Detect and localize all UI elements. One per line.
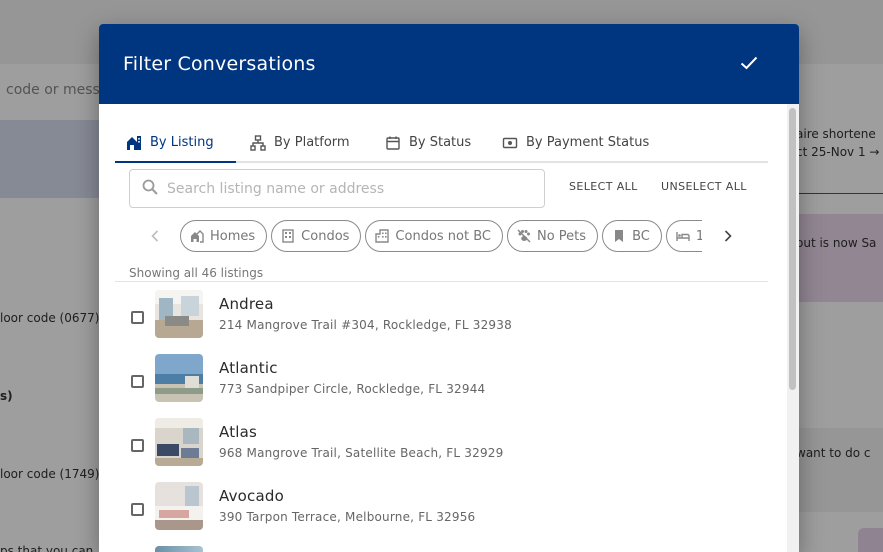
chip-label: Homes [210, 228, 256, 244]
list-item[interactable]: Avocado 390 Tarpon Terrace, Melbourne, F… [115, 480, 768, 544]
chip-label: Condos not BC [395, 228, 491, 244]
listing-thumbnail [155, 354, 203, 402]
listing-address: 390 Tarpon Terrace, Melbourne, FL 32956 [219, 510, 476, 524]
check-icon [740, 55, 758, 74]
list-item[interactable]: Atlas 968 Mangrove Trail, Satellite Beac… [115, 416, 768, 480]
listing-thumbnail [155, 418, 203, 466]
paw-off-icon [517, 229, 531, 243]
listing-checkbox[interactable] [131, 503, 144, 516]
listing-name: Andrea [219, 295, 274, 313]
listing-checkbox[interactable] [131, 311, 144, 324]
chip-bc[interactable]: BC [602, 220, 662, 252]
tab-by-listing[interactable]: By Listing [115, 124, 236, 163]
chips-scroll-left-button[interactable] [147, 228, 163, 244]
list-item[interactable]: Andrea 214 Mangrove Trail #304, Rockledg… [115, 288, 768, 352]
dialog-title: Filter Conversations [123, 53, 316, 75]
chip-condos[interactable]: Condos [271, 220, 362, 252]
listing-address: 214 Mangrove Trail #304, Rockledge, FL 3… [219, 318, 512, 332]
confirm-button[interactable] [735, 50, 763, 78]
chip-label: BC [632, 228, 650, 244]
search-icon [142, 179, 158, 199]
listing-thumbnail [155, 482, 203, 530]
condo-icon [281, 229, 295, 243]
listing-thumbnail [155, 290, 203, 338]
listing-name: Atlantic [219, 359, 278, 377]
dialog-scrollbar-thumb[interactable] [789, 108, 796, 390]
tab-label: By Platform [274, 135, 350, 150]
filter-conversations-dialog: Filter Conversations By Listing By Platf… [99, 24, 799, 552]
listing-search-box [129, 169, 545, 208]
apartment-icon [375, 229, 390, 243]
chip-homes[interactable]: Homes [180, 220, 268, 252]
chips-scroll-right-button[interactable] [720, 228, 736, 244]
platform-icon [250, 134, 266, 151]
chip-no-pets[interactable]: No Pets [507, 220, 599, 252]
listing-group-chips: Homes Condos Condos not BC No Pets BC 1 [143, 220, 743, 252]
listing-list: Andrea 214 Mangrove Trail #304, Rockledg… [115, 288, 768, 544]
chevron-right-icon [724, 227, 732, 246]
chip-1e[interactable]: 1E [665, 220, 702, 252]
listing-checkbox[interactable] [131, 439, 144, 452]
listing-search-input[interactable] [167, 180, 527, 197]
chip-label: No Pets [537, 228, 587, 244]
chips-viewport: Homes Condos Condos not BC No Pets BC 1 [180, 220, 702, 252]
list-item[interactable]: Atlantic 773 Sandpiper Circle, Rockledge… [115, 352, 768, 416]
bed-icon [676, 229, 690, 243]
calendar-icon [385, 135, 401, 151]
tab-label: By Payment Status [526, 135, 650, 150]
listing-address: 773 Sandpiper Circle, Rockledge, FL 3294… [219, 382, 486, 396]
select-all-button[interactable]: SELECT ALL [569, 180, 638, 193]
homes-icon [190, 229, 204, 243]
filter-tabs: By Listing By Platform By Status By Paym… [115, 124, 768, 163]
list-divider [115, 281, 768, 282]
chevron-left-icon [151, 227, 159, 246]
tab-by-platform[interactable]: By Platform [236, 124, 371, 161]
tab-label: By Listing [150, 135, 214, 150]
listing-icon [126, 135, 142, 151]
listing-name: Atlas [219, 423, 258, 441]
listing-name: Avocado [219, 487, 284, 505]
tab-by-payment-status[interactable]: By Payment Status [489, 124, 661, 161]
tab-label: By Status [409, 135, 472, 150]
unselect-all-button[interactable]: UNSELECT ALL [661, 180, 747, 193]
listing-checkbox[interactable] [131, 375, 144, 388]
listing-address: 968 Mangrove Trail, Satellite Beach, FL … [219, 446, 504, 460]
listing-count-text: Showing all 46 listings [129, 266, 264, 280]
payment-icon [502, 135, 518, 151]
dialog-header: Filter Conversations [99, 24, 799, 104]
chip-condos-not-bc[interactable]: Condos not BC [365, 220, 503, 252]
dialog-body: By Listing By Platform By Status By Paym… [99, 104, 787, 552]
bookmark-icon [612, 229, 626, 243]
listing-thumbnail-partial [155, 546, 203, 552]
chip-label: 1E [695, 228, 702, 244]
chip-label: Condos [301, 228, 350, 244]
tab-by-status[interactable]: By Status [371, 124, 489, 161]
